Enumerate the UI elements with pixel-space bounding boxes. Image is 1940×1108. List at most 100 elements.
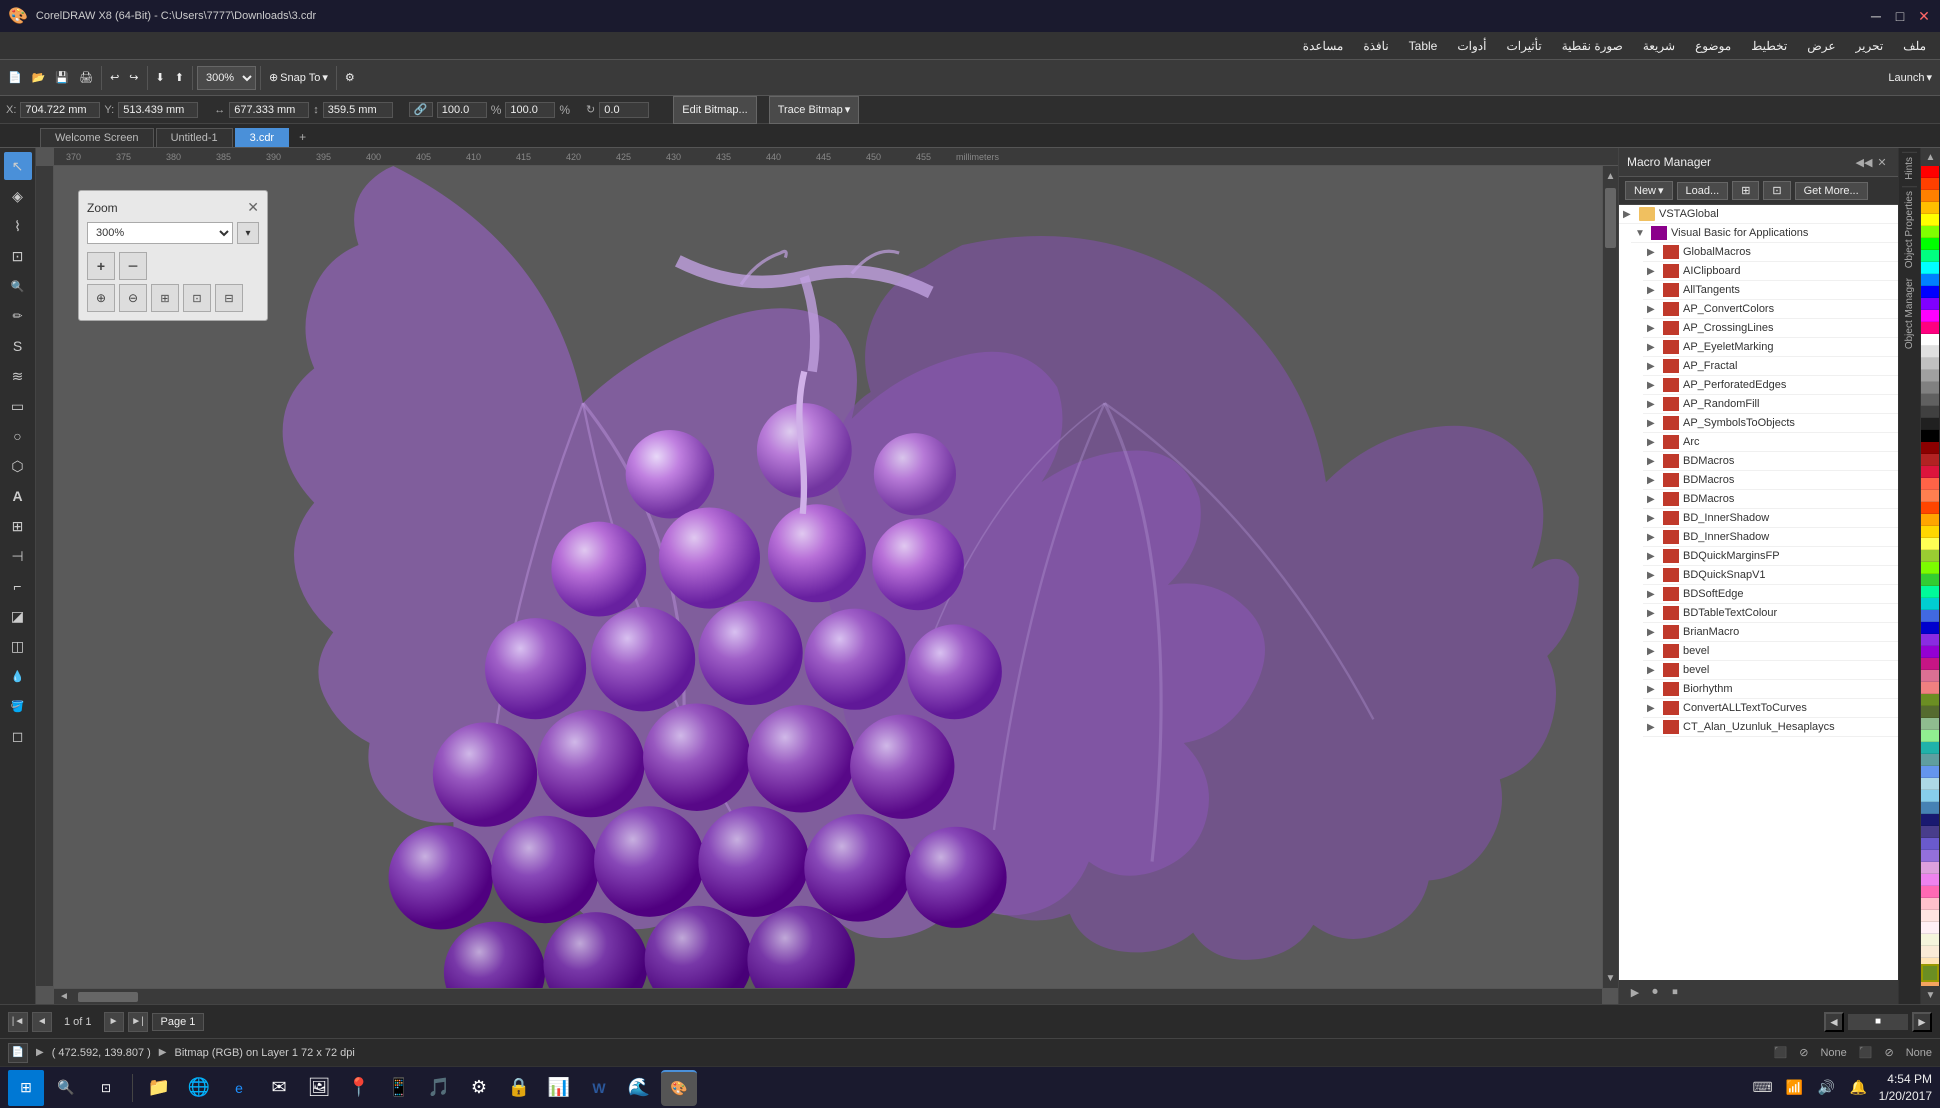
macro-load-button[interactable]: Load... xyxy=(1677,182,1729,200)
macro-item-bdsoftedge[interactable]: ▶ BDSoftEdge xyxy=(1643,585,1898,604)
freehand-tool-button[interactable]: ✏ xyxy=(4,302,32,330)
zoom-in-2-button[interactable]: ⊕ xyxy=(87,284,115,312)
palette-color-cell[interactable] xyxy=(1921,850,1939,862)
horizontal-scrollbar[interactable]: ◄ xyxy=(54,988,1602,1004)
macro-item-bdmacros-1[interactable]: ▶ BDMacros xyxy=(1643,452,1898,471)
palette-color-cell[interactable] xyxy=(1921,298,1939,310)
print-button[interactable]: 🖨 xyxy=(75,64,97,92)
macro-item-bdmacros-3[interactable]: ▶ BDMacros xyxy=(1643,490,1898,509)
macro-item-bd-innershadow-1[interactable]: ▶ BD_InnerShadow xyxy=(1643,509,1898,528)
macro-item-convertalltextocurves[interactable]: ▶ ConvertALLTextToCurves xyxy=(1643,699,1898,718)
app4-button[interactable]: 🔒 xyxy=(501,1070,537,1106)
palette-color-cell[interactable] xyxy=(1921,226,1939,238)
palette-color-cell[interactable] xyxy=(1921,838,1939,850)
macro-item-vstaglobal[interactable]: ▶ VSTAGlobal xyxy=(1619,205,1898,224)
tab-untitled-1[interactable]: Untitled-1 xyxy=(156,128,233,147)
zoom-in-button[interactable]: + xyxy=(87,252,115,280)
tab-add-button[interactable]: + xyxy=(291,127,314,147)
palette-color-cell[interactable] xyxy=(1921,490,1939,502)
drawing-canvas[interactable]: Zoom ✕ 300% 100% 200% ▾ + − ⊕ xyxy=(54,166,1602,988)
palette-scroll-up[interactable]: ▲ xyxy=(1921,148,1940,166)
menu-object[interactable]: موضوع xyxy=(1685,35,1741,57)
macro-item-bd-innershadow-2[interactable]: ▶ BD_InnerShadow xyxy=(1643,528,1898,547)
palette-color-cell[interactable] xyxy=(1921,430,1939,442)
macro-list[interactable]: ▶ VSTAGlobal ▼ Visual Basic for Applicat… xyxy=(1619,205,1898,980)
system-clock[interactable]: 4:54 PM 1/20/2017 xyxy=(1879,1071,1932,1105)
tab-3-cdr[interactable]: 3.cdr xyxy=(235,128,289,147)
macro-copy-button[interactable]: ⊞ xyxy=(1732,181,1759,200)
connector-tool-button[interactable]: ⌐ xyxy=(4,572,32,600)
drop-shadow-button[interactable]: ◪ xyxy=(4,602,32,630)
macro-item-ap-eyeletmarking[interactable]: ▶ AP_EyeletMarking xyxy=(1643,338,1898,357)
word-button[interactable]: W xyxy=(581,1070,617,1106)
macro-item-bevel-2[interactable]: ▶ bevel xyxy=(1643,661,1898,680)
new-button[interactable]: 📄 xyxy=(4,64,26,92)
menu-edit[interactable]: تحرير xyxy=(1846,35,1894,57)
macro-item-biorhythm[interactable]: ▶ Biorhythm xyxy=(1643,680,1898,699)
macro-item-ct-alan[interactable]: ▶ CT_Alan_Uzunluk_Hesaplaycs xyxy=(1643,718,1898,737)
menu-table[interactable]: Table xyxy=(1399,35,1448,57)
palette-color-cell[interactable] xyxy=(1921,910,1939,922)
menu-window[interactable]: نافذة xyxy=(1353,35,1398,57)
palette-color-cell[interactable] xyxy=(1921,934,1939,946)
minimize-button[interactable]: ─ xyxy=(1868,8,1884,24)
palette-color-cell[interactable] xyxy=(1921,250,1939,262)
macro-vba-button[interactable]: ⊡ xyxy=(1763,181,1790,200)
artistic-media-button[interactable]: ≋ xyxy=(4,362,32,390)
y-field[interactable] xyxy=(118,102,198,118)
palette-color-cell[interactable] xyxy=(1921,454,1939,466)
page-prev-button[interactable]: ◄ xyxy=(32,1012,52,1032)
palette-color-cell[interactable] xyxy=(1921,802,1939,814)
save-button[interactable]: 💾 xyxy=(51,64,73,92)
palette-color-cell[interactable] xyxy=(1921,262,1939,274)
start-button[interactable]: ⊞ xyxy=(8,1070,44,1106)
palette-color-cell[interactable] xyxy=(1921,478,1939,490)
macro-item-bdtabletextcolour[interactable]: ▶ BDTableTextColour xyxy=(1643,604,1898,623)
export-button[interactable]: ⬆ xyxy=(171,64,188,92)
search-button[interactable]: 🔍 xyxy=(48,1070,84,1106)
macro-item-ap-crossinglines[interactable]: ▶ AP_CrossingLines xyxy=(1643,319,1898,338)
palette-color-cell[interactable] xyxy=(1921,286,1939,298)
palette-color-cell[interactable] xyxy=(1921,562,1939,574)
palette-color-cell[interactable] xyxy=(1921,550,1939,562)
menu-view[interactable]: عرض xyxy=(1797,35,1845,57)
height-percent-field[interactable] xyxy=(505,102,555,118)
palette-color-cell[interactable] xyxy=(1921,418,1939,430)
macro-play-button[interactable]: ▶ xyxy=(1625,982,1645,1002)
menu-tools[interactable]: أدوات xyxy=(1447,35,1496,57)
palette-color-cell[interactable] xyxy=(1921,670,1939,682)
macro-item-bdquickmarginsfp[interactable]: ▶ BDQuickMarginsFP xyxy=(1643,547,1898,566)
palette-color-cell[interactable] xyxy=(1921,946,1939,958)
snap-to-button[interactable]: ⊕ Snap To ▾ xyxy=(265,64,332,92)
fill-button[interactable]: 🪣 xyxy=(4,692,32,720)
palette-color-cell[interactable] xyxy=(1921,634,1939,646)
macro-get-more-button[interactable]: Get More... xyxy=(1795,182,1868,200)
palette-color-cell[interactable] xyxy=(1921,862,1939,874)
browser-button[interactable]: 🌐 xyxy=(181,1070,217,1106)
macro-record-button[interactable]: ⏺ xyxy=(1645,982,1665,1002)
ellipse-tool-button[interactable]: ○ xyxy=(4,422,32,450)
object-properties-panel-tab[interactable]: Object Properties xyxy=(1902,186,1917,272)
macro-item-ap-symbolstoobjects[interactable]: ▶ AP_SymbolsToObjects xyxy=(1643,414,1898,433)
palette-color-cell[interactable] xyxy=(1921,274,1939,286)
undo-button[interactable]: ↩ xyxy=(106,64,123,92)
palette-color-cell[interactable] xyxy=(1921,754,1939,766)
palette-color-cell[interactable] xyxy=(1921,694,1939,706)
page-area-nav-left[interactable]: ◄ xyxy=(1824,1012,1844,1032)
palette-color-cell[interactable] xyxy=(1921,466,1939,478)
zoom-out-button[interactable]: − xyxy=(119,252,147,280)
vertical-scrollbar[interactable]: ▲ ▼ xyxy=(1602,166,1618,988)
palette-color-cell[interactable] xyxy=(1921,406,1939,418)
palette-color-cell[interactable] xyxy=(1921,526,1939,538)
close-button[interactable]: ✕ xyxy=(1916,8,1932,24)
scroll-down-button[interactable]: ▼ xyxy=(1603,968,1618,988)
page-next-button[interactable]: ► xyxy=(104,1012,124,1032)
palette-color-cell[interactable] xyxy=(1921,622,1939,634)
zoom-select[interactable]: 300% 100% 200% 400% xyxy=(197,66,256,90)
macro-close-button[interactable]: ✕ xyxy=(1874,154,1890,170)
outline-button[interactable]: ◻ xyxy=(4,722,32,750)
palette-color-cell[interactable] xyxy=(1921,538,1939,550)
menu-file[interactable]: ملف xyxy=(1893,35,1936,57)
eyedropper-button[interactable]: 💧 xyxy=(4,662,32,690)
scroll-left-button[interactable]: ◄ xyxy=(54,989,74,1004)
